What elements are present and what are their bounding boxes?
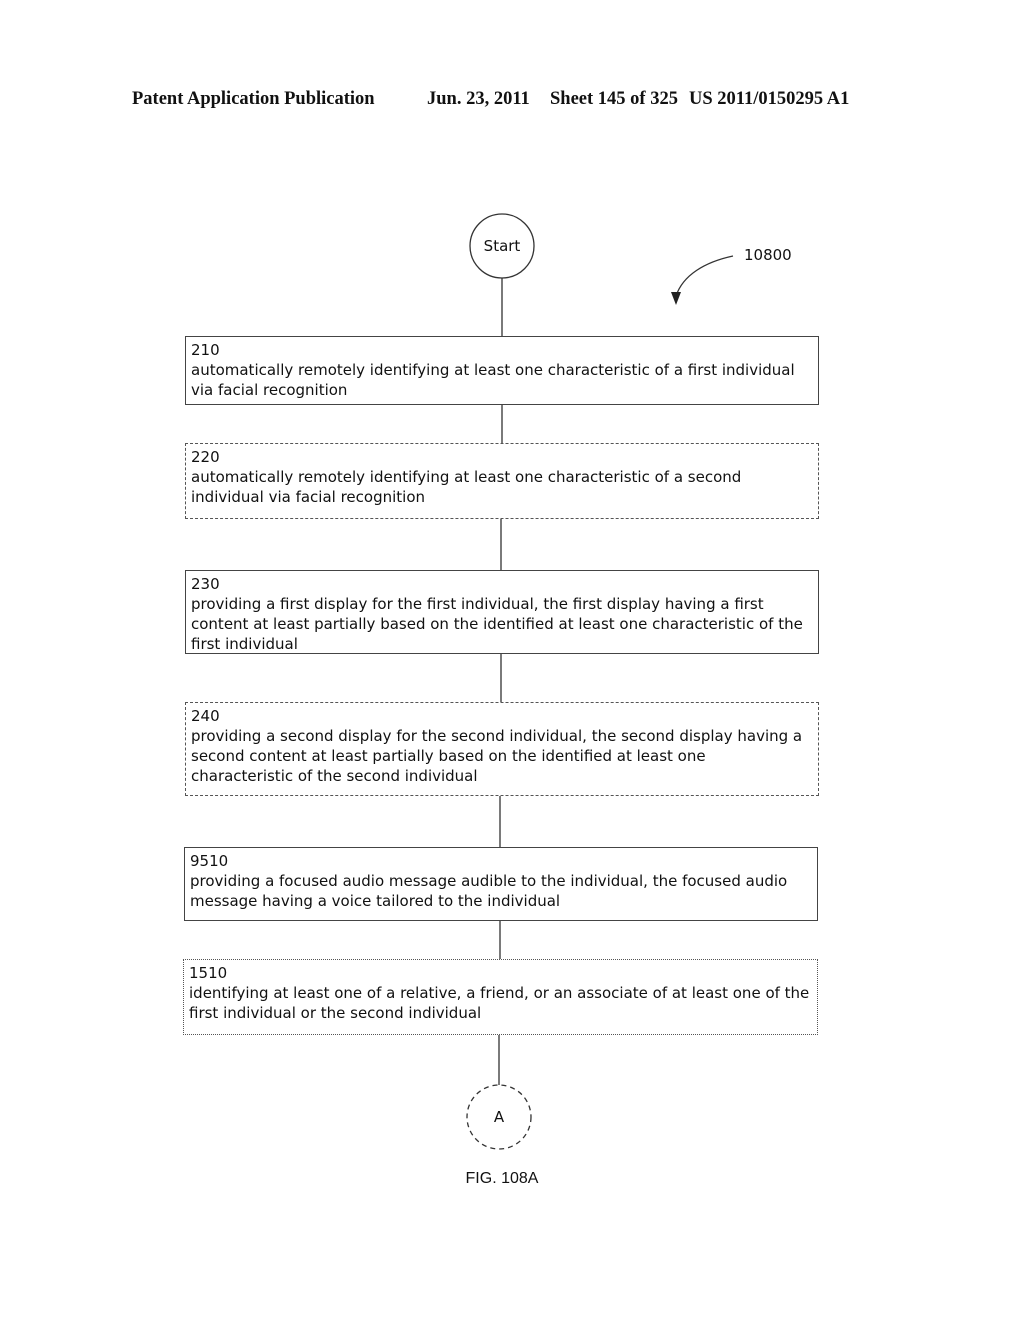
- reference-number: 10800: [744, 246, 792, 264]
- step-text: automatically remotely identifying at le…: [191, 468, 742, 506]
- step-box-230: 230 providing a first display for the fi…: [185, 570, 819, 654]
- step-text: identifying at least one of a relative, …: [189, 984, 810, 1022]
- start-label: Start: [484, 237, 521, 255]
- step-box-1510: 1510 identifying at least one of a relat…: [183, 959, 818, 1035]
- step-number: 230: [191, 575, 220, 593]
- step-text: providing a second display for the secon…: [191, 727, 803, 785]
- step-number: 9510: [190, 852, 229, 870]
- step-number: 1510: [189, 964, 228, 982]
- step-number: 240: [191, 707, 220, 725]
- step-box-240: 240 providing a second display for the s…: [185, 702, 819, 796]
- step-number: 210: [191, 341, 220, 359]
- step-box-220: 220 automatically remotely identifying a…: [185, 443, 819, 519]
- step-text: providing a focused audio message audibl…: [190, 872, 788, 910]
- step-number: 220: [191, 448, 220, 466]
- connector-label: A: [494, 1108, 505, 1126]
- step-box-9510: 9510 providing a focused audio message a…: [184, 847, 818, 921]
- flowchart-connectors: Start 10800 A: [466, 213, 792, 1150]
- step-box-210: 210 automatically remotely identifying a…: [185, 336, 819, 405]
- reference-arrowhead-icon: [671, 292, 681, 305]
- step-text: providing a first display for the first …: [191, 595, 803, 653]
- figure-caption: FIG. 108A: [465, 1170, 539, 1187]
- step-text: automatically remotely identifying at le…: [191, 361, 795, 399]
- reference-arrow: [675, 255, 734, 297]
